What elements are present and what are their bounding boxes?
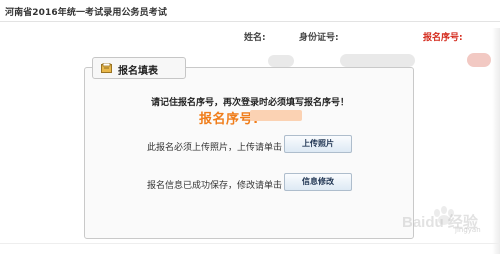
name-value-redacted (268, 55, 294, 67)
title-bar: 河南省2016年统一考试录用公务员考试 (0, 0, 500, 22)
edit-info-button[interactable]: 信息修改 (284, 173, 352, 191)
registration-number-redacted (250, 110, 302, 121)
form-icon (101, 63, 112, 73)
registration-panel (84, 67, 414, 239)
bottom-divider (0, 243, 500, 244)
id-number-value-redacted (340, 54, 415, 67)
tab-registration-form: 报名填表 (92, 57, 186, 79)
tab-label: 报名填表 (118, 66, 158, 77)
id-number-label: 身份证号: (299, 33, 339, 43)
watermark-subtext: jingyan (455, 226, 481, 234)
page-title: 河南省2016年统一考试录用公务员考试 (5, 8, 167, 18)
notice-text: 请记住报名序号，再次登录时必须填写报名序号！ (150, 98, 349, 108)
registration-number-label: 报名序号: (423, 33, 463, 43)
name-label: 姓名: (244, 33, 266, 43)
registration-number-value-redacted (467, 53, 491, 67)
user-info-bar: 姓名: 身份证号: 报名序号: (0, 25, 500, 67)
upload-photo-button[interactable]: 上传照片 (284, 135, 352, 153)
upload-prompt: 此报名必须上传照片，上传请单击 (147, 143, 283, 153)
edit-prompt: 报名信息已成功保存，修改请单击 (147, 181, 283, 191)
page-edge-shadow (492, 28, 500, 254)
